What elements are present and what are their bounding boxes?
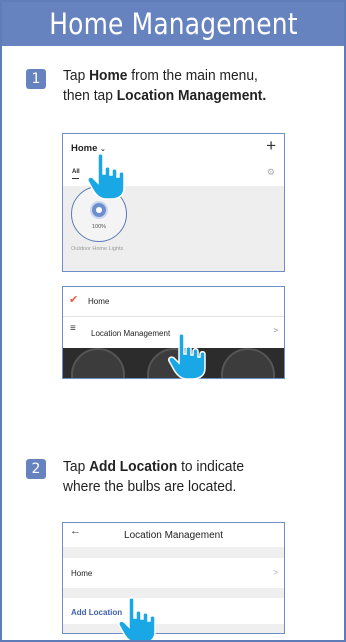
location-item-home[interactable]: Home >: [63, 558, 284, 588]
bulb-tile: [221, 348, 275, 378]
gear-icon[interactable]: ⚙: [267, 167, 275, 178]
device-brightness: 100%: [91, 224, 107, 230]
pointing-hand-icon: [168, 333, 206, 380]
bulb-icon: [90, 201, 108, 219]
screen-title: Location Management: [124, 530, 223, 541]
step-2-instruction: Tap Add Location to indicate where the b…: [63, 458, 244, 495]
nav-bar: ← Location Management: [63, 523, 284, 547]
location-management-screenshot: ← Location Management Home > Add Locatio…: [62, 522, 285, 634]
title-banner: Home Management: [2, 2, 344, 46]
step-2-badge: 2: [26, 459, 46, 479]
add-location-button[interactable]: Add Location: [63, 598, 284, 624]
chevron-right-icon: >: [273, 568, 278, 577]
page-title: Home Management: [48, 7, 298, 41]
pointing-hand-icon: [118, 597, 156, 640]
chevron-right-icon: >: [273, 326, 278, 335]
device-name: Outdoor Home Lights: [71, 246, 124, 252]
add-icon[interactable]: +: [266, 136, 276, 156]
instruction-card: Home Management 1 Tap Home from the main…: [0, 0, 346, 642]
pointing-hand-icon: [87, 153, 125, 200]
tab-underline: [72, 178, 79, 179]
menu-item-home[interactable]: ✔ Home: [63, 287, 284, 316]
bulb-tile: [71, 348, 125, 378]
step-1-badge: 1: [26, 69, 46, 89]
tab-all[interactable]: All: [72, 169, 80, 175]
step-1-instruction: Tap Home from the main menu, then tap Lo…: [63, 67, 267, 104]
check-icon: ✔: [69, 294, 79, 306]
sliders-icon: ≡: [70, 323, 76, 334]
